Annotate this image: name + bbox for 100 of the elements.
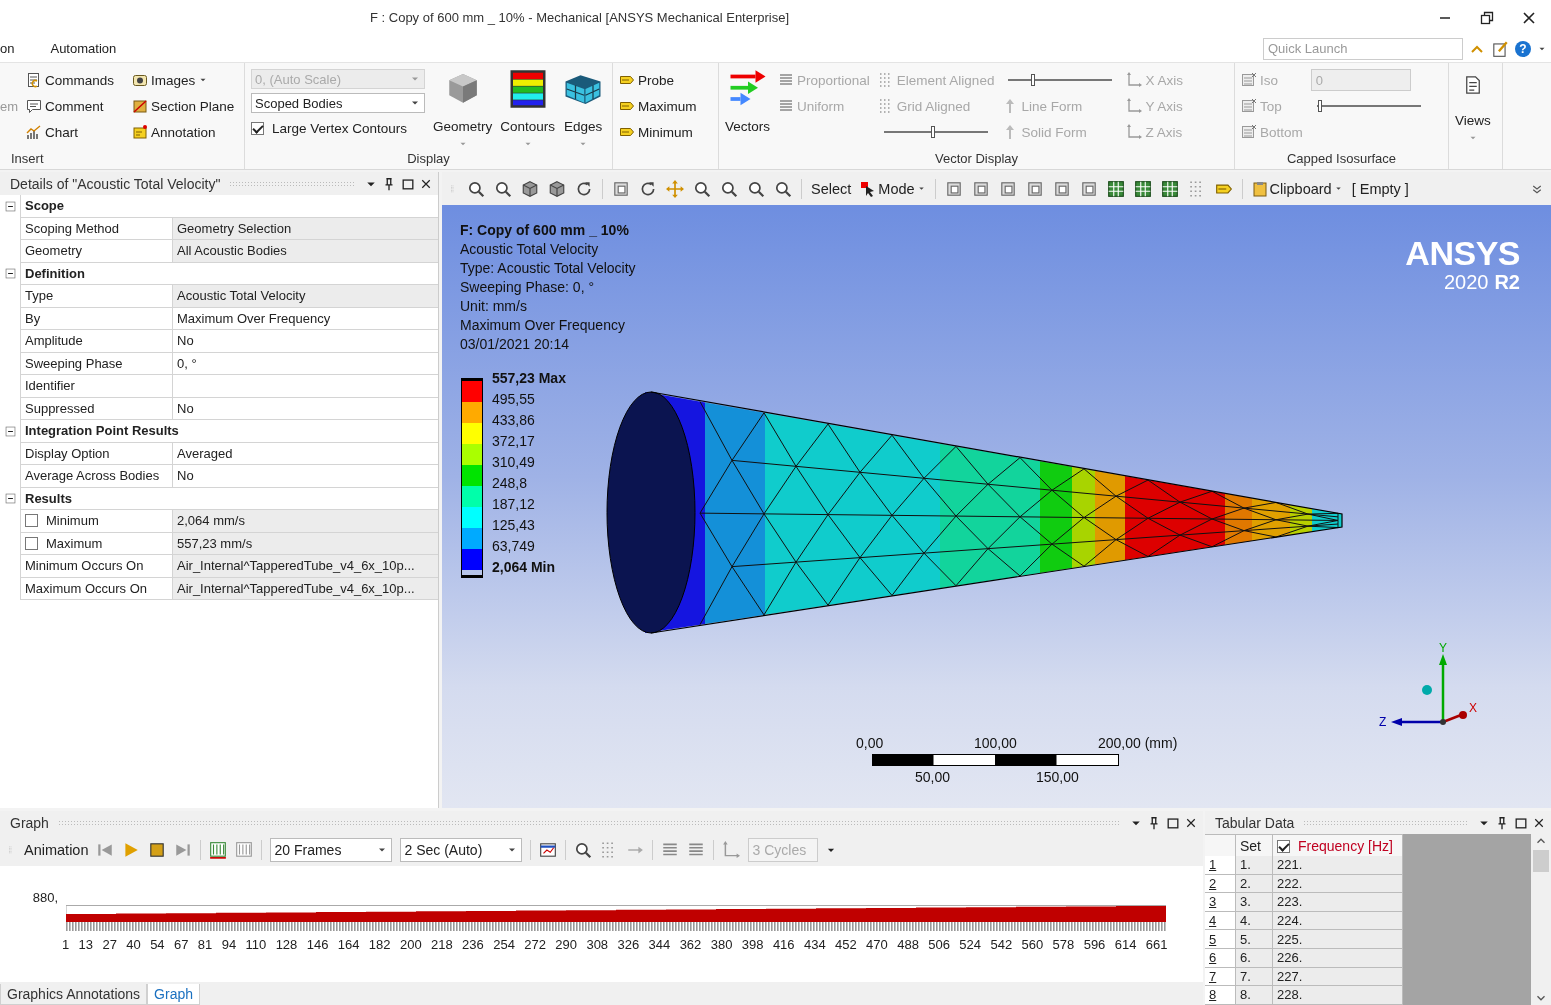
section-header[interactable]: Scope: [20, 195, 438, 218]
menu-item[interactable]: Automation: [50, 41, 129, 56]
axis-tick-label: 290: [555, 937, 578, 954]
ribbon-button[interactable]: Geometry: [433, 67, 493, 151]
section-header[interactable]: Integration Point Results: [20, 420, 438, 443]
table-cell: 228.: [1273, 986, 1403, 1005]
ribbon-button[interactable]: Minimum: [619, 119, 697, 145]
ribbon-button[interactable]: Section Plane: [132, 93, 245, 119]
select-button[interactable]: Select: [811, 180, 852, 197]
property-value[interactable]: No: [172, 397, 438, 420]
frame-icon[interactable]: [998, 179, 1017, 198]
magnifier-icon[interactable]: [774, 179, 792, 198]
axis-icon: [1126, 98, 1143, 114]
mode-button[interactable]: Mode: [860, 180, 926, 197]
close-icon[interactable]: [1185, 816, 1197, 829]
cube-icon[interactable]: [521, 179, 539, 198]
rotate-icon[interactable]: [639, 179, 657, 198]
slider-thumb[interactable]: [1031, 74, 1036, 86]
property-value[interactable]: No: [172, 330, 438, 353]
property-value[interactable]: No: [172, 465, 438, 488]
tab[interactable]: Graphics Annotations: [0, 984, 148, 1005]
bar-chart-icon[interactable]: [235, 841, 254, 859]
maximize-icon[interactable]: [401, 176, 415, 191]
property-value[interactable]: Maximum Over Frequency: [172, 307, 438, 330]
close-icon[interactable]: [420, 177, 432, 190]
legend-label: 2,064 Min: [492, 558, 557, 577]
axis-tick-label: 40: [126, 937, 141, 954]
help-button[interactable]: ?: [1515, 40, 1531, 57]
maximize-icon[interactable]: [1166, 815, 1180, 830]
magnifier-icon[interactable]: [720, 179, 738, 198]
collapse-icon[interactable]: [4, 268, 16, 280]
axis-tick-label: 218: [431, 937, 453, 954]
magnifier-icon[interactable]: [747, 179, 765, 198]
close-icon[interactable]: [1521, 9, 1537, 26]
rotate-icon[interactable]: [575, 179, 593, 198]
notepad-icon[interactable]: [1491, 39, 1509, 58]
group-label: Vector Display: [933, 151, 1020, 168]
property-value[interactable]: 0, °: [172, 352, 438, 375]
annotation-text: Maximum Over Frequency: [460, 316, 626, 335]
ribbon-button[interactable]: Chart: [26, 119, 127, 145]
ribbon-button[interactable]: Annotation: [132, 119, 245, 145]
checkbox[interactable]: [25, 514, 38, 528]
duration-dropdown[interactable]: 2 Sec (Auto): [400, 838, 523, 862]
frames-dropdown[interactable]: 20 Frames: [270, 838, 393, 862]
grid-icon[interactable]: [1160, 179, 1179, 198]
frame-icon[interactable]: [1025, 179, 1044, 198]
close-icon[interactable]: [1533, 816, 1545, 829]
note-icon: [132, 124, 149, 140]
scope-dropdown[interactable]: Scoped Bodies: [251, 93, 425, 113]
frame-icon[interactable]: [1079, 179, 1098, 198]
frame-icon[interactable]: [971, 179, 990, 198]
ribbon-button[interactable]: Comment: [26, 93, 127, 119]
checkbox[interactable]: [25, 536, 38, 550]
quick-launch-field[interactable]: Quick Launch: [1263, 37, 1463, 60]
table-cell: 1.: [1236, 856, 1273, 875]
annotation-text: Acoustic Total Velocity: [460, 240, 600, 259]
zoom-in-icon[interactable]: [467, 179, 485, 198]
tab[interactable]: Graph: [147, 984, 200, 1005]
logo-text: ANSYS: [1405, 235, 1520, 271]
table-cell: 8.: [1236, 986, 1273, 1005]
slider-thumb[interactable]: [1317, 100, 1322, 112]
scroll-thumb[interactable]: [1533, 850, 1549, 872]
zoom-out-icon[interactable]: [494, 179, 512, 198]
frame-icon[interactable]: [612, 179, 630, 198]
ribbon-button[interactable]: Images: [132, 67, 245, 93]
maximize-icon[interactable]: [1514, 815, 1528, 830]
ribbon-button[interactable]: Maximum: [619, 93, 697, 119]
slider-thumb[interactable]: [930, 126, 935, 138]
ribbon-button[interactable]: Commands: [26, 67, 127, 93]
cube-icon[interactable]: [548, 179, 566, 198]
ribbon-button[interactable]: Edges: [563, 67, 604, 151]
grid-icon[interactable]: [1106, 179, 1125, 198]
axis-tick-label: 326: [617, 937, 640, 954]
window-title: F : Copy of 600 mm _ 10% - Mechanical [ANSYS Mechanical Enterprise]: [369, 10, 790, 25]
frame-icon[interactable]: [1052, 179, 1071, 198]
grid-icon[interactable]: [1133, 179, 1152, 198]
menu-item[interactable]: on: [0, 41, 27, 56]
checkbox[interactable]: [251, 121, 264, 135]
restore-icon[interactable]: [1479, 9, 1495, 26]
checkbox-label[interactable]: Large Vertex Contours: [251, 117, 425, 139]
chart-window-icon[interactable]: [539, 841, 558, 859]
axis-tick-label: 470: [866, 937, 888, 954]
collapse-icon[interactable]: [4, 493, 16, 505]
property-value: Air_Internal^TapperedTube_v4_6x_10p...: [172, 577, 438, 600]
magnifier-icon[interactable]: [693, 179, 711, 198]
ribbon-button[interactable]: Vectors: [725, 67, 771, 151]
ribbon-button[interactable]: Contours: [500, 67, 556, 151]
property-value[interactable]: Averaged: [172, 442, 438, 465]
bar-chart-icon[interactable]: [209, 841, 228, 859]
collapse-icon[interactable]: [4, 200, 16, 212]
ribbon-button[interactable]: Probe: [619, 67, 697, 93]
table-cell: 223.: [1273, 893, 1403, 912]
checkbox[interactable]: [1277, 839, 1290, 853]
magnifier-icon[interactable]: [574, 841, 593, 859]
stop-icon[interactable]: [148, 841, 167, 859]
views-button[interactable]: Views: [1455, 67, 1491, 169]
clipboard-button[interactable]: Clipboard: [1251, 180, 1343, 197]
frame-icon[interactable]: [944, 179, 963, 198]
column-header[interactable]: Set: [1236, 834, 1273, 858]
collapse-icon[interactable]: [4, 425, 16, 437]
